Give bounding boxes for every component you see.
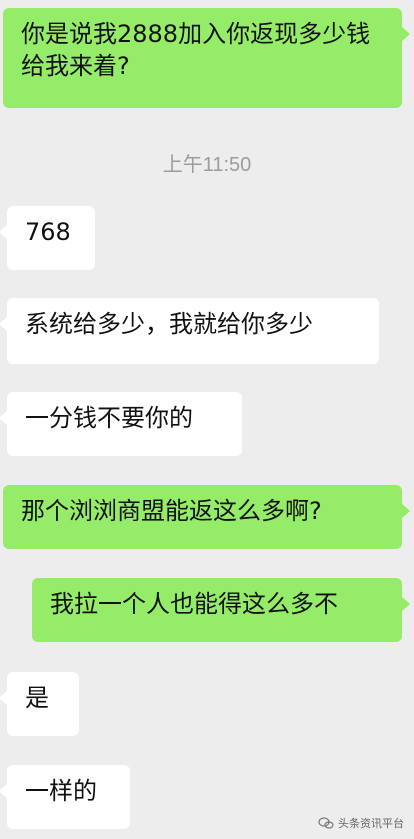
message-bubble-received[interactable]: 系统给多少，我就给你多少 (0, 298, 379, 364)
message-bubble-received[interactable]: 一样的 (0, 765, 130, 829)
chat-logo-icon (318, 815, 334, 831)
message-bubble-sent[interactable]: 我拉一个人也能得这么多不 (32, 578, 410, 642)
message-bubble-received[interactable]: 768 (0, 206, 95, 270)
message-bubble-received[interactable]: 一分钱不要你的 (0, 392, 242, 456)
chat-area: 你是说我2888加入你返现多少钱给我来着? 上午11:50 768 系统给多少，… (0, 0, 414, 839)
watermark: 头条资讯平台 (318, 815, 404, 831)
message-timestamp: 上午11:50 (162, 154, 252, 176)
message-bubble-received[interactable]: 是 (0, 672, 79, 736)
message-bubble-sent[interactable]: 你是说我2888加入你返现多少钱给我来着? (3, 8, 410, 108)
watermark-text: 头条资讯平台 (338, 817, 404, 830)
message-bubble-sent[interactable]: 那个浏浏商盟能返这么多啊? (3, 485, 410, 549)
